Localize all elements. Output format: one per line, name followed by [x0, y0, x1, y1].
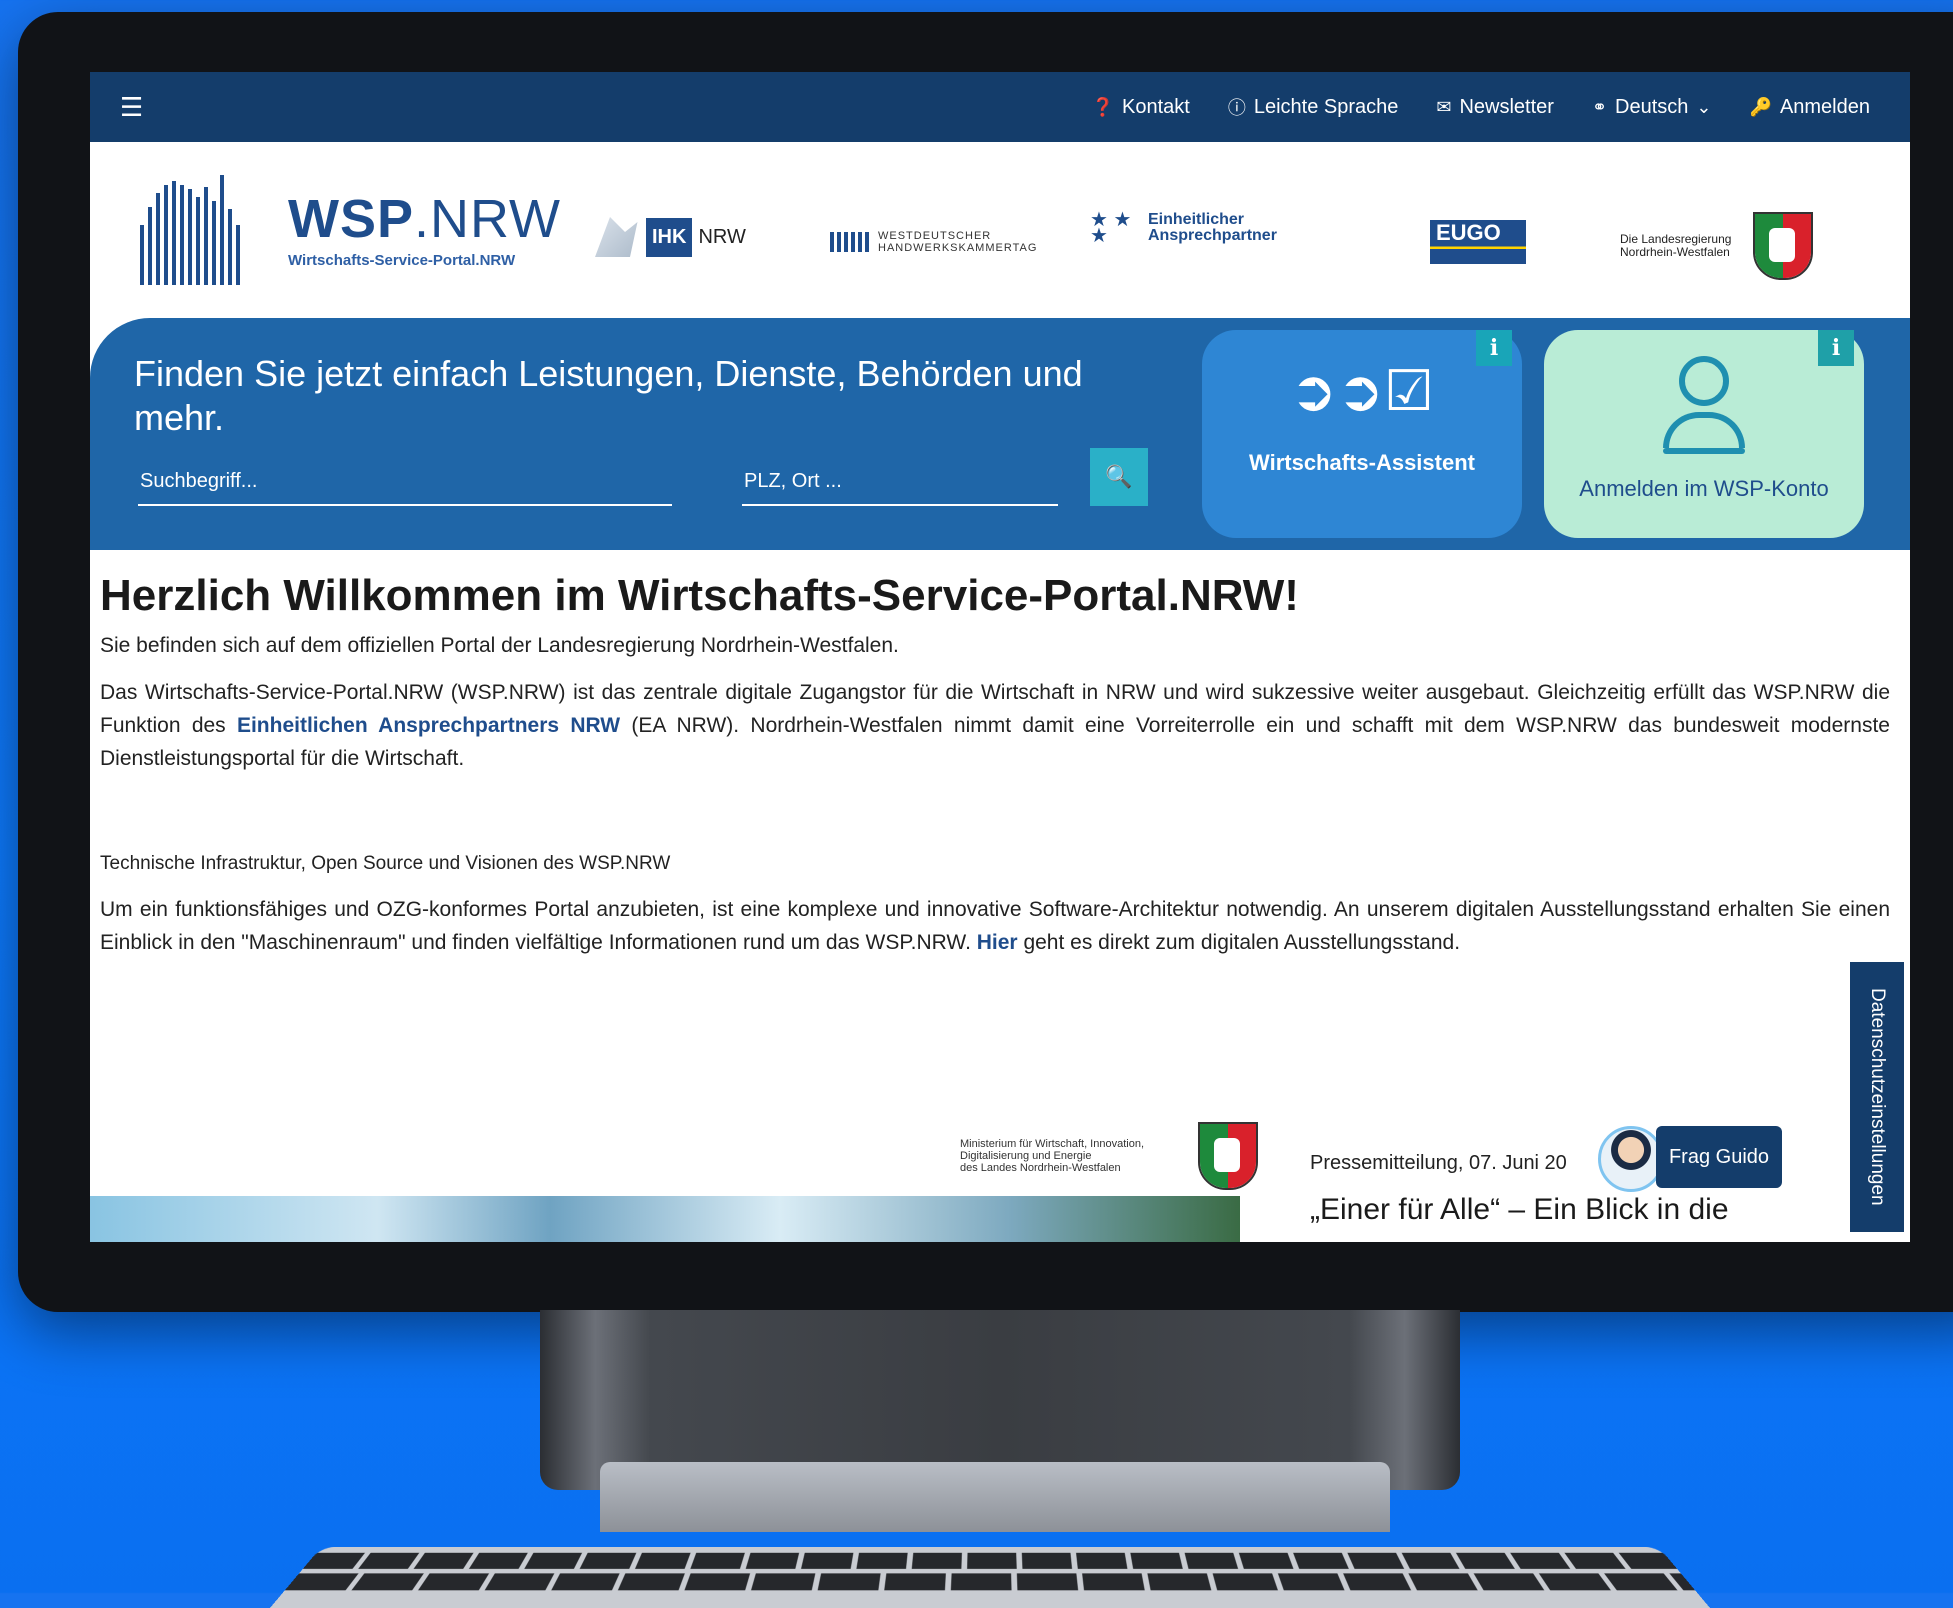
privacy-settings-tab[interactable]: Datenschutzeinstellungen	[1850, 962, 1904, 1232]
nav-newsletter-label: Newsletter	[1459, 96, 1553, 119]
intro-lead: Sie befinden sich auf dem offiziellen Po…	[100, 634, 1890, 658]
landesregierung-logo-text: Die Landesregierung Nordrhein-Westfalen	[1620, 233, 1731, 259]
top-navigation: ☰ ❓ Kontakt ⓘ Leichte Sprache ✉ Newslett…	[90, 72, 1910, 142]
hero-search: Finden Sie jetzt einfach Leistungen, Die…	[90, 318, 1910, 550]
ministry-logo[interactable]: Ministerium für Wirtschaft, Innovation, …	[960, 1122, 1258, 1190]
main-content: Herzlich Willkommen im Wirtschafts-Servi…	[100, 570, 1890, 959]
wirtschafts-assistent-label: Wirtschafts-Assistent	[1202, 452, 1522, 474]
eugo-logo[interactable]: EUGO	[1430, 220, 1526, 264]
infrastructure-paragraph: Um ein funktionsfähiges und OZG-konforme…	[100, 893, 1890, 959]
location-input[interactable]	[742, 458, 1058, 506]
top-nav-links: ❓ Kontakt ⓘ Leichte Sprache ✉ Newsletter…	[1092, 94, 1870, 120]
ihk-logo-text: NRW	[698, 226, 745, 249]
nav-leichte-sprache[interactable]: ⓘ Leichte Sprache	[1228, 94, 1399, 120]
news-image[interactable]	[90, 1196, 1240, 1242]
ihk-bird-icon	[590, 212, 640, 262]
ihk-logo-box: IHK	[646, 218, 692, 257]
nav-leichte-sprache-label: Leichte Sprache	[1254, 96, 1399, 119]
info-icon[interactable]: i	[1818, 330, 1854, 366]
nav-newsletter[interactable]: ✉ Newsletter	[1436, 96, 1554, 119]
eap-logo-text: Einheitlicher Ansprechpartner	[1148, 212, 1277, 244]
search-icon: 🔍	[1105, 464, 1132, 489]
page-title: Herzlich Willkommen im Wirtschafts-Servi…	[100, 570, 1890, 622]
monitor-base	[600, 1462, 1390, 1532]
nav-kontakt-label: Kontakt	[1122, 96, 1190, 119]
nav-anmelden[interactable]: 🔑 Anmelden	[1750, 96, 1870, 119]
info-circle-icon: ⓘ	[1228, 94, 1246, 120]
section-subheading: Technische Infrastruktur, Open Source un…	[100, 853, 1890, 875]
press-release-title[interactable]: „Einer für Alle“ – Ein Blick in die	[1310, 1192, 1830, 1228]
language-select-label: Deutsch	[1615, 96, 1688, 119]
search-input[interactable]	[138, 458, 672, 506]
chevron-down-icon: ⌄	[1696, 97, 1711, 118]
info-icon[interactable]: i	[1476, 330, 1512, 366]
ausstellungsstand-link[interactable]: Hier	[977, 931, 1018, 954]
search-button[interactable]: 🔍	[1090, 448, 1148, 506]
globe-icon: ⚭	[1592, 97, 1607, 118]
wsp-konto-login-label: Anmelden im WSP-Konto	[1544, 478, 1864, 500]
nav-anmelden-label: Anmelden	[1780, 96, 1870, 119]
eu-stars-icon: ★ ★ ★	[1090, 212, 1140, 244]
workflow-icon: ➲➲☑	[1202, 356, 1522, 426]
frag-guido-button[interactable]: Frag Guido	[1656, 1126, 1782, 1188]
guido-avatar[interactable]	[1598, 1126, 1664, 1192]
logo-bar: WSP.NRW Wirtschafts-Service-Portal.NRW I…	[90, 142, 1910, 318]
wsp-logo-subtitle: Wirtschafts-Service-Portal.NRW	[288, 252, 561, 269]
nrw-crest-icon	[1753, 212, 1813, 280]
wsp-konto-login-tile[interactable]: i Anmelden im WSP-Konto	[1544, 330, 1864, 538]
key-icon: 🔑	[1750, 97, 1772, 118]
wirtschafts-assistent-tile[interactable]: i ➲➲☑ Wirtschafts-Assistent	[1202, 330, 1522, 538]
question-circle-icon: ❓	[1092, 97, 1114, 118]
nrw-crest-icon	[1198, 1122, 1258, 1190]
user-icon	[1544, 356, 1864, 448]
whkt-logo[interactable]: WESTDEUTSCHER HANDWERKSKAMMERTAG	[830, 230, 1037, 254]
einheitlicher-ansprechpartner-link[interactable]: Einheitlichen Ansprechpartners NRW	[237, 714, 620, 737]
ministry-logo-text: Ministerium für Wirtschaft, Innovation, …	[960, 1138, 1160, 1174]
keyboard	[270, 1547, 1710, 1608]
landesregierung-logo[interactable]: Die Landesregierung Nordrhein-Westfalen	[1620, 212, 1813, 280]
press-release-date: Pressemitteilung, 07. Juni 20	[1310, 1152, 1567, 1175]
ihk-nrw-logo[interactable]: IHK NRW	[590, 212, 746, 262]
envelope-icon: ✉	[1436, 97, 1451, 118]
whkt-logo-text: WESTDEUTSCHER HANDWERKSKAMMERTAG	[878, 230, 1037, 254]
nav-kontakt[interactable]: ❓ Kontakt	[1092, 96, 1190, 119]
hero-title: Finden Sie jetzt einfach Leistungen, Die…	[134, 352, 1144, 440]
wsp-logo-text[interactable]: WSP.NRW Wirtschafts-Service-Portal.NRW	[288, 192, 561, 269]
wsp-logo-title: WSP.NRW	[288, 192, 561, 246]
einheitlicher-ansprechpartner-logo[interactable]: ★ ★ ★ Einheitlicher Ansprechpartner	[1090, 212, 1277, 244]
browser-screen: ☰ ❓ Kontakt ⓘ Leichte Sprache ✉ Newslett…	[90, 72, 1910, 1242]
hamburger-icon[interactable]: ☰	[120, 92, 143, 123]
language-select[interactable]: ⚭ Deutsch ⌄	[1592, 96, 1712, 119]
intro-paragraph: Das Wirtschafts-Service-Portal.NRW (WSP.…	[100, 676, 1890, 775]
whkt-mark-icon	[830, 232, 870, 252]
wsp-logo-mark[interactable]	[140, 175, 260, 285]
